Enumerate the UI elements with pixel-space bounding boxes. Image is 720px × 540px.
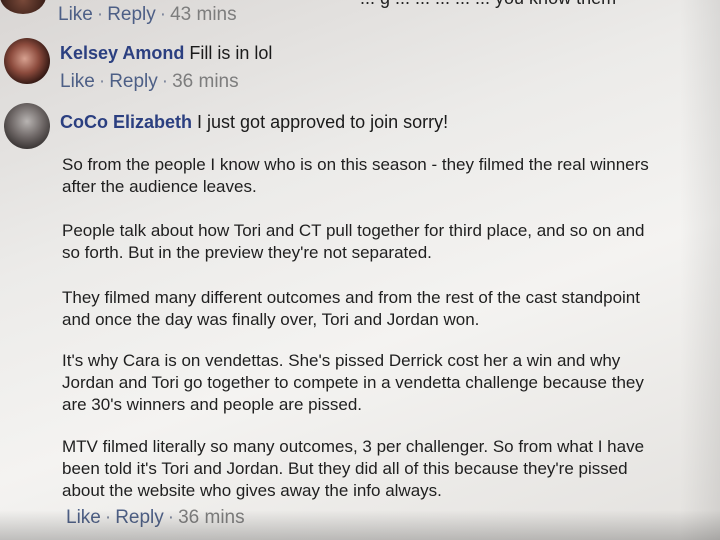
- comment-paragraph: They filmed many different outcomes and …: [62, 288, 640, 329]
- timestamp[interactable]: 36 mins: [178, 507, 245, 528]
- avatar-previous-commenter[interactable]: [0, 0, 46, 14]
- like-link[interactable]: Like: [66, 507, 101, 528]
- separator-dot: ·: [159, 4, 167, 25]
- comment-text: Fill is in lol: [189, 43, 273, 63]
- separator-dot: ·: [167, 507, 175, 528]
- comment-paragraph: MTV filmed literally so many outcomes, 3…: [62, 437, 645, 500]
- reply-link[interactable]: Reply: [107, 4, 156, 25]
- like-link[interactable]: Like: [58, 4, 93, 25]
- separator-dot: ·: [161, 71, 169, 92]
- reply-link[interactable]: Reply: [115, 507, 164, 528]
- comment-kelsey-amond: Kelsey Amond Fill is in lol: [60, 43, 272, 64]
- author-name[interactable]: Kelsey Amond: [60, 43, 184, 63]
- like-link[interactable]: Like: [60, 71, 95, 92]
- previous-comment-text-cutoff: ... g ... ... ... ... ... you know them: [360, 0, 616, 9]
- comment-actions: Like · Reply · 36 mins: [60, 71, 239, 93]
- avatar-kelsey-amond[interactable]: [4, 38, 50, 84]
- author-name[interactable]: CoCo Elizabeth: [60, 112, 192, 132]
- comment-coco-elizabeth: CoCo Elizabeth I just got approved to jo…: [60, 112, 448, 133]
- comment-thread: ... g ... ... ... ... ... you know them …: [0, 0, 720, 540]
- timestamp[interactable]: 43 mins: [170, 4, 237, 25]
- separator-dot: ·: [96, 4, 104, 25]
- previous-comment-actions: Like · Reply · 43 mins: [58, 4, 237, 26]
- comment-paragraph: It's why Cara is on vendettas. She's pis…: [62, 351, 644, 414]
- comment-paragraph: So from the people I know who is on this…: [62, 155, 649, 196]
- screen-edge-shadow: [680, 0, 720, 540]
- timestamp[interactable]: 36 mins: [172, 71, 239, 92]
- comment-actions: Like · Reply · 36 mins: [66, 507, 245, 529]
- reply-link[interactable]: Reply: [109, 71, 158, 92]
- avatar-coco-elizabeth[interactable]: [4, 103, 50, 149]
- comment-text: I just got approved to join sorry!: [197, 112, 449, 132]
- comment-paragraph: People talk about how Tori and CT pull t…: [62, 221, 645, 262]
- separator-dot: ·: [104, 507, 112, 528]
- separator-dot: ·: [98, 71, 106, 92]
